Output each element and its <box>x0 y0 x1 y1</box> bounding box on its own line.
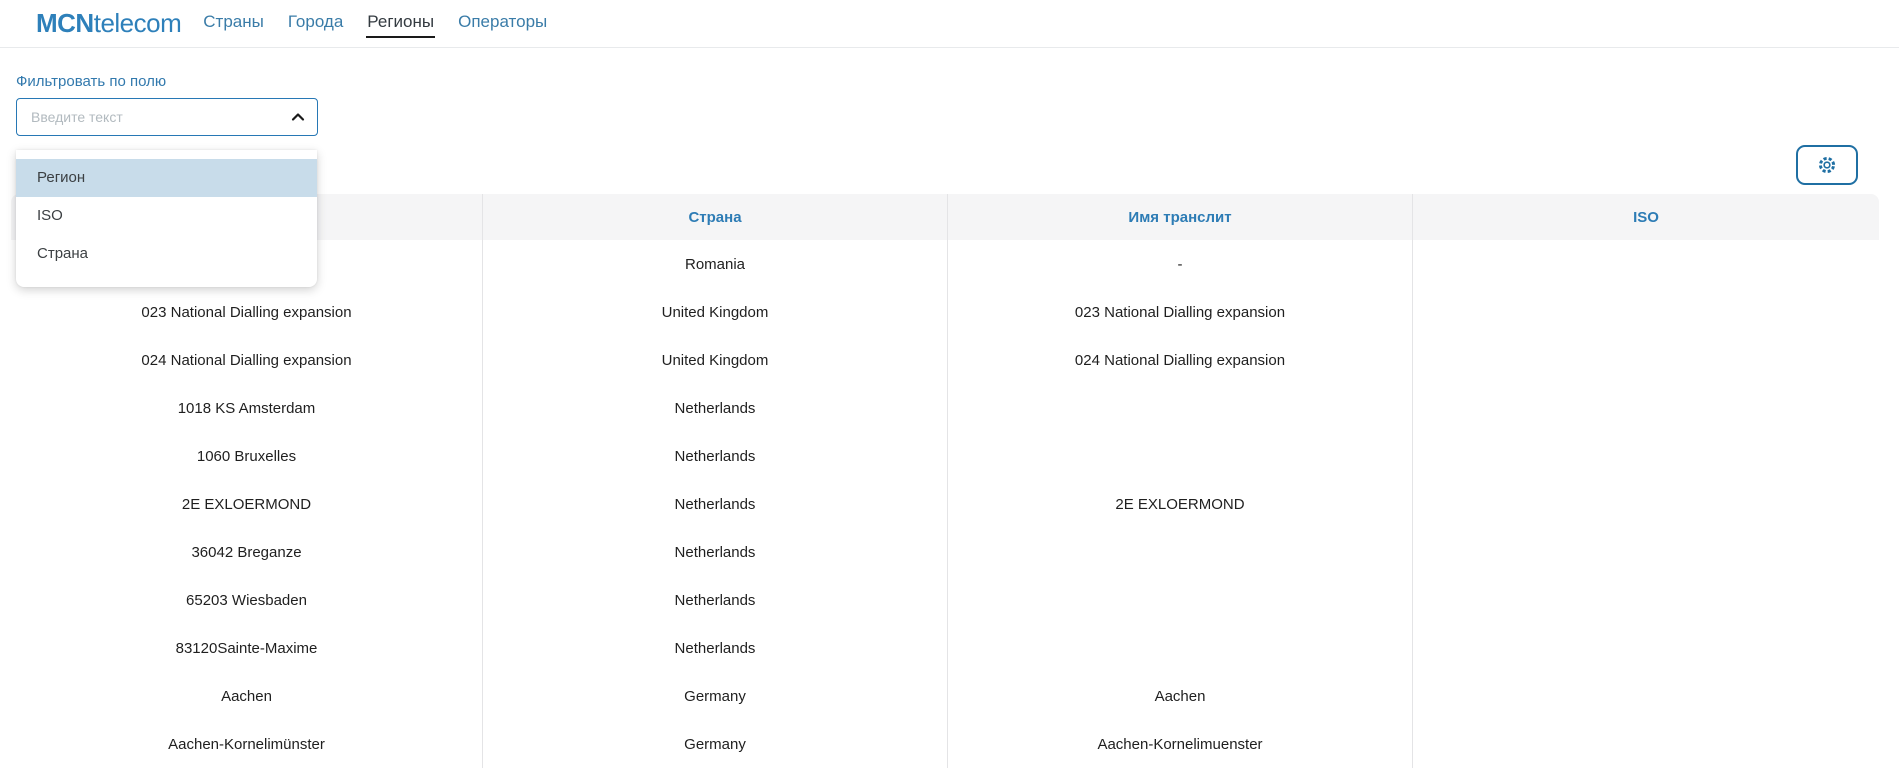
table-row[interactable]: Aachen-KornelimünsterGermanyAachen-Korne… <box>11 720 1879 768</box>
column-header-iso[interactable]: ISO <box>1413 194 1879 240</box>
table-cell: Germany <box>483 672 948 720</box>
table-cell: Romania <box>483 240 948 288</box>
table-row[interactable]: 36042 BreganzeNetherlands <box>11 528 1879 576</box>
nav-item-regions[interactable]: Регионы <box>366 10 435 38</box>
column-header-name-translit[interactable]: Имя транслит <box>948 194 1413 240</box>
table-cell: Netherlands <box>483 384 948 432</box>
table-cell: 36042 Breganze <box>11 528 483 576</box>
table-cell <box>1413 288 1879 336</box>
table-cell: Aachen <box>11 672 483 720</box>
table-cell <box>948 528 1413 576</box>
table-cell <box>948 576 1413 624</box>
top-bar: MCNtelecom Страны Города Регионы Операто… <box>0 0 1899 48</box>
table-cell: Netherlands <box>483 480 948 528</box>
table-cell <box>1413 240 1879 288</box>
table-cell: Netherlands <box>483 432 948 480</box>
table-cell: 1060 Bruxelles <box>11 432 483 480</box>
nav-item-cities[interactable]: Города <box>287 10 344 38</box>
table-cell <box>1413 672 1879 720</box>
table-cell: United Kingdom <box>483 336 948 384</box>
table-cell <box>1413 432 1879 480</box>
table-cell <box>1413 576 1879 624</box>
table-cell <box>1413 480 1879 528</box>
table-cell: 83120Sainte-Maxime <box>11 624 483 672</box>
table-cell: Netherlands <box>483 624 948 672</box>
table-cell: Germany <box>483 720 948 768</box>
table-cell <box>1413 528 1879 576</box>
option-country[interactable]: Страна <box>16 235 317 273</box>
filter-field-label: Фильтровать по полю <box>16 73 166 90</box>
table-row[interactable]: 024 National Dialling expansionUnited Ki… <box>11 336 1879 384</box>
table-cell: Aachen-Kornelimuenster <box>948 720 1413 768</box>
table-settings-button[interactable] <box>1796 145 1858 185</box>
option-region[interactable]: Регион <box>16 159 317 197</box>
nav-item-operators[interactable]: Операторы <box>457 10 548 38</box>
table-row[interactable]: 023 National Dialling expansionUnited Ki… <box>11 288 1879 336</box>
brand-logo[interactable]: MCNtelecom <box>36 8 181 39</box>
table-body: Romania-023 National Dialling expansionU… <box>11 240 1879 768</box>
table-cell: 2E EXLOERMOND <box>11 480 483 528</box>
table-cell: 1018 KS Amsterdam <box>11 384 483 432</box>
table-cell: Netherlands <box>483 576 948 624</box>
table-row[interactable]: AachenGermanyAachen <box>11 672 1879 720</box>
table-cell <box>1413 384 1879 432</box>
table-cell <box>1413 336 1879 384</box>
filter-options-dropdown: Регион ISO Страна <box>16 150 317 287</box>
table-cell: 024 National Dialling expansion <box>948 336 1413 384</box>
column-header-country[interactable]: Страна <box>483 194 948 240</box>
chevron-up-icon[interactable] <box>285 104 311 130</box>
table-cell: - <box>948 240 1413 288</box>
table-cell: 023 National Dialling expansion <box>11 288 483 336</box>
table-cell <box>948 384 1413 432</box>
filter-input[interactable] <box>17 109 285 125</box>
table-cell: Aachen-Kornelimünster <box>11 720 483 768</box>
table-cell: 65203 Wiesbaden <box>11 576 483 624</box>
brand-logo-bold: MCN <box>36 8 94 38</box>
table-row[interactable]: 65203 WiesbadenNetherlands <box>11 576 1879 624</box>
nav-item-countries[interactable]: Страны <box>202 10 265 38</box>
table-cell: Netherlands <box>483 528 948 576</box>
table-cell <box>948 432 1413 480</box>
table-cell <box>1413 624 1879 672</box>
table-row[interactable]: 83120Sainte-MaximeNetherlands <box>11 624 1879 672</box>
table-cell: 2E EXLOERMOND <box>948 480 1413 528</box>
table-cell <box>1413 720 1879 768</box>
table-cell: 024 National Dialling expansion <box>11 336 483 384</box>
table-cell: 023 National Dialling expansion <box>948 288 1413 336</box>
main-nav: Страны Города Регионы Операторы <box>202 10 548 38</box>
table-row[interactable]: 1018 KS AmsterdamNetherlands <box>11 384 1879 432</box>
brand-logo-rest: telecom <box>94 8 182 38</box>
table-cell: United Kingdom <box>483 288 948 336</box>
table-cell: Aachen <box>948 672 1413 720</box>
table-row[interactable]: 2E EXLOERMONDNetherlands2E EXLOERMOND <box>11 480 1879 528</box>
option-iso[interactable]: ISO <box>16 197 317 235</box>
filter-combobox[interactable] <box>16 98 318 136</box>
table-cell <box>948 624 1413 672</box>
gear-icon <box>1816 154 1838 176</box>
table-row[interactable]: 1060 BruxellesNetherlands <box>11 432 1879 480</box>
